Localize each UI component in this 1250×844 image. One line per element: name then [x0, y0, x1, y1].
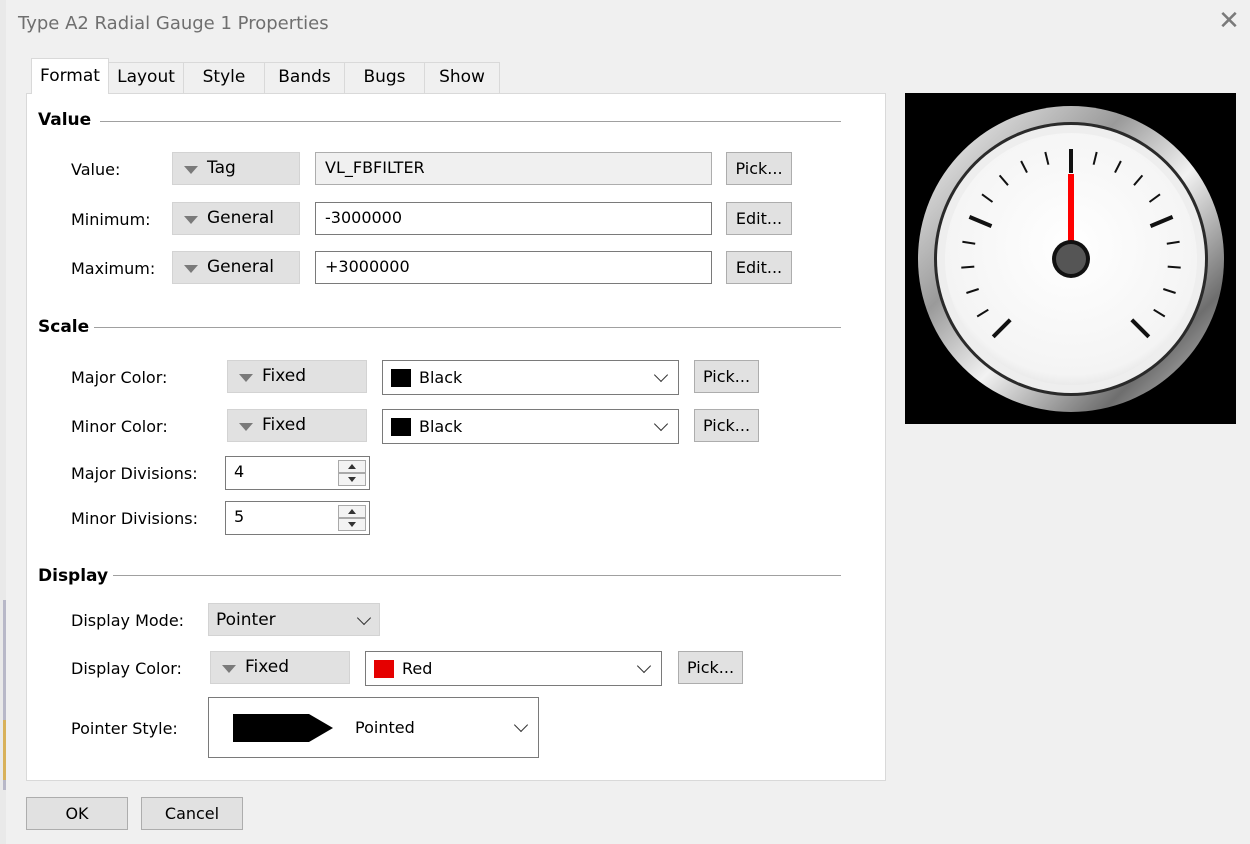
minor-color-select[interactable]: Black — [382, 409, 679, 444]
value-pick-button[interactable]: Pick... — [726, 152, 792, 185]
chevron-down-icon — [653, 416, 669, 432]
minor-color-label: Minor Color: — [71, 417, 168, 436]
cancel-button[interactable]: Cancel — [141, 797, 243, 830]
gauge-preview — [905, 93, 1236, 424]
pointer-style-label: Pointer Style: — [71, 719, 178, 738]
scale-section-heading: Scale — [38, 317, 90, 337]
display-color-label: Display Color: — [71, 659, 182, 678]
close-icon[interactable]: ✕ — [1214, 6, 1244, 36]
tab-format[interactable]: Format — [31, 58, 109, 94]
maximum-label: Maximum: — [71, 259, 156, 278]
color-swatch — [374, 660, 394, 678]
radial-gauge-preview-graphic — [918, 106, 1224, 412]
gauge-minor-tick — [1167, 265, 1181, 269]
value-section-divider — [100, 121, 841, 122]
value-tag-field[interactable]: VL_FBFILTER — [315, 152, 712, 185]
tab-style[interactable]: Style — [183, 62, 265, 93]
chevron-down-icon — [653, 367, 669, 383]
major-color-select[interactable]: Black — [382, 360, 679, 395]
minor-divisions-label: Minor Divisions: — [71, 509, 198, 528]
tab-bugs[interactable]: Bugs — [344, 62, 425, 93]
ok-button[interactable]: OK — [26, 797, 128, 830]
chevron-down-icon — [356, 610, 372, 626]
maximum-field[interactable]: +3000000 — [315, 251, 712, 284]
gauge-minor-tick — [961, 265, 975, 269]
color-swatch — [391, 369, 411, 387]
chevron-down-icon — [636, 658, 652, 674]
value-section-heading: Value — [38, 110, 92, 130]
dropdown-triangle-icon — [222, 665, 236, 673]
dropdown-triangle-icon — [239, 423, 253, 431]
minimum-edit-button[interactable]: Edit... — [726, 202, 792, 235]
window-title: Type A2 Radial Gauge 1 Properties — [18, 13, 329, 34]
increment-arrow-icon[interactable] — [338, 505, 366, 518]
maximum-source-dropdown[interactable]: General — [172, 251, 300, 284]
display-mode-label: Display Mode: — [71, 611, 185, 630]
tab-bands[interactable]: Bands — [264, 62, 345, 93]
value-source-dropdown[interactable]: Tag — [172, 152, 300, 185]
major-divisions-spinner[interactable]: 4 — [225, 456, 370, 490]
major-color-pick-button[interactable]: Pick... — [694, 360, 759, 393]
display-color-pick-button[interactable]: Pick... — [678, 651, 743, 684]
minor-color-source-dropdown[interactable]: Fixed — [227, 409, 367, 442]
color-swatch — [391, 418, 411, 436]
dropdown-triangle-icon — [184, 166, 198, 174]
maximum-edit-button[interactable]: Edit... — [726, 251, 792, 284]
dropdown-triangle-icon — [184, 265, 198, 273]
major-divisions-label: Major Divisions: — [71, 464, 198, 483]
display-color-select[interactable]: Red — [365, 651, 662, 686]
scale-section-divider — [94, 327, 841, 328]
minimum-field[interactable]: -3000000 — [315, 202, 712, 235]
minor-divisions-spinner[interactable]: 5 — [225, 501, 370, 535]
minimum-source-dropdown[interactable]: General — [172, 202, 300, 235]
display-color-source-dropdown[interactable]: Fixed — [210, 651, 350, 684]
increment-arrow-icon[interactable] — [338, 460, 366, 473]
minimum-label: Minimum: — [71, 210, 151, 229]
display-mode-select[interactable]: Pointer — [208, 603, 380, 636]
major-color-label: Major Color: — [71, 368, 168, 387]
major-color-source-dropdown[interactable]: Fixed — [227, 360, 367, 393]
window-left-edge — [0, 0, 6, 844]
value-label: Value: — [71, 160, 121, 179]
dropdown-triangle-icon — [184, 216, 198, 224]
tab-show[interactable]: Show — [424, 62, 500, 93]
display-section-divider — [113, 575, 841, 576]
display-section-heading: Display — [38, 566, 109, 586]
decrement-arrow-icon[interactable] — [338, 473, 366, 486]
minor-color-pick-button[interactable]: Pick... — [694, 409, 759, 442]
pointer-shape-icon — [233, 714, 333, 742]
pointer-style-select[interactable]: Pointed — [208, 697, 539, 758]
decrement-arrow-icon[interactable] — [338, 518, 366, 531]
dropdown-triangle-icon — [239, 374, 253, 382]
chevron-down-icon — [513, 717, 529, 733]
tab-layout[interactable]: Layout — [108, 62, 184, 93]
